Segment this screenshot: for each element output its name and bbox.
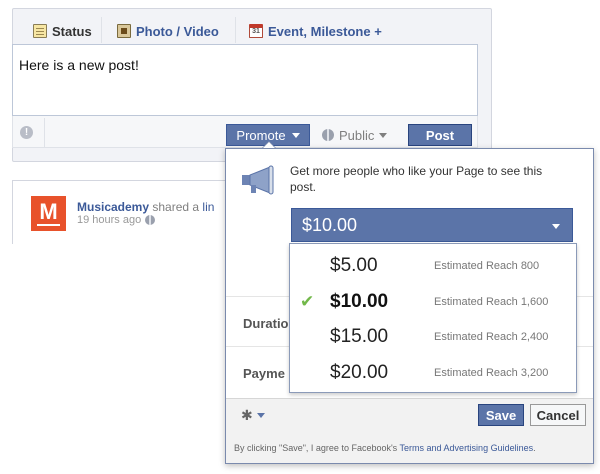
chevron-down-icon xyxy=(552,224,560,229)
checkmark-icon: ✔ xyxy=(300,292,315,311)
option-reach: Estimated Reach 2,400 xyxy=(434,331,549,343)
post-text-input[interactable]: Here is a new post! xyxy=(12,44,478,116)
budget-option-15[interactable]: $15.00 Estimated Reach 2,400 xyxy=(290,319,576,355)
dialog-pointer-fill xyxy=(263,142,275,148)
terms-link[interactable]: Terms and Advertising Guidelines xyxy=(400,443,534,453)
story-timestamp: 19 hours ago xyxy=(77,214,156,226)
photo-icon xyxy=(117,24,131,38)
budget-option-20[interactable]: $20.00 Estimated Reach 3,200 xyxy=(290,355,576,391)
budget-option-5[interactable]: $5.00 Estimated Reach 800 xyxy=(290,248,576,284)
chevron-down-icon xyxy=(291,132,300,138)
disclaimer-text: By clicking "Save", I agree to Facebook'… xyxy=(234,443,400,453)
info-icon[interactable]: ! xyxy=(20,126,33,139)
globe-icon xyxy=(145,215,156,225)
story-link[interactable]: lin xyxy=(202,200,214,214)
tab-divider xyxy=(235,17,236,43)
option-amount: $20.00 xyxy=(330,362,389,383)
terms-disclaimer: By clicking "Save", I agree to Facebook'… xyxy=(234,443,594,453)
chevron-down-icon xyxy=(379,132,388,138)
chevron-down-icon xyxy=(256,413,265,418)
option-reach: Estimated Reach 800 xyxy=(434,260,540,272)
save-button[interactable]: Save xyxy=(478,404,524,426)
tab-event-milestone-label: Event, Milestone + xyxy=(268,23,382,39)
cancel-button[interactable]: Cancel xyxy=(530,404,586,426)
option-reach: Estimated Reach 3,200 xyxy=(434,367,549,379)
status-icon xyxy=(33,24,47,38)
promote-description: Get more people who like your Page to se… xyxy=(290,164,543,194)
budget-select-value: $10.00 xyxy=(302,214,358,235)
toolbar-divider xyxy=(44,118,45,148)
option-amount: $15.00 xyxy=(330,326,389,347)
disclaimer-end: . xyxy=(533,443,536,453)
tab-photo-video-label: Photo / Video xyxy=(136,23,219,39)
budget-options-list: $5.00 Estimated Reach 800 ✔ $10.00 Estim… xyxy=(289,243,577,393)
duration-label: Duratio xyxy=(243,316,289,331)
story-action-text: shared a xyxy=(149,200,203,214)
budget-select[interactable]: $10.00 xyxy=(291,208,573,242)
budget-option-10[interactable]: ✔ $10.00 Estimated Reach 1,600 xyxy=(290,284,576,320)
option-reach: Estimated Reach 1,600 xyxy=(434,296,549,308)
option-amount: $5.00 xyxy=(330,255,378,276)
option-amount: $10.00 xyxy=(330,291,389,312)
calendar-icon: 31 xyxy=(249,24,263,38)
story-time-text[interactable]: 19 hours ago xyxy=(77,214,141,226)
gear-icon: ✱ xyxy=(241,407,253,423)
tab-divider xyxy=(101,17,102,43)
story-headline: Musicademy shared a lin xyxy=(77,200,225,214)
settings-menu[interactable]: ✱ xyxy=(241,407,265,424)
tab-status-label: Status xyxy=(52,23,92,39)
promote-button-label: Promote xyxy=(236,127,286,143)
globe-icon xyxy=(322,129,334,141)
payment-label: Payme xyxy=(243,366,285,381)
megaphone-icon xyxy=(242,165,274,195)
page-name-link[interactable]: Musicademy xyxy=(77,200,149,214)
audience-selector[interactable]: Public xyxy=(322,124,398,146)
post-button[interactable]: Post xyxy=(408,124,472,146)
avatar[interactable]: M xyxy=(31,196,66,231)
audience-label: Public xyxy=(339,127,375,143)
